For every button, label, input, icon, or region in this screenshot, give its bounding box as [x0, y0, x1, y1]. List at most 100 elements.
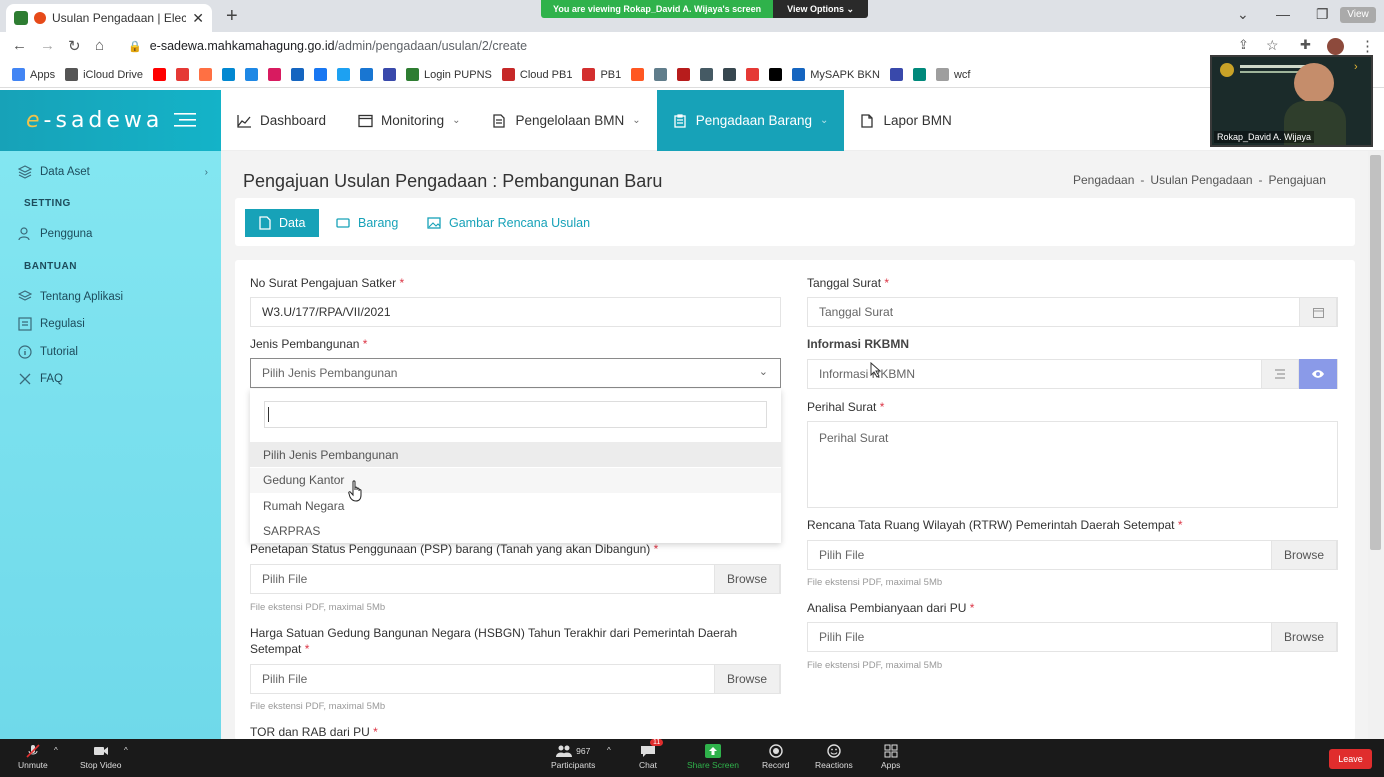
hsbgn-file-input[interactable]: Pilih File Browse — [250, 664, 781, 694]
menu-item-pengelolaan-bmn[interactable]: Pengelolaan BMN ⌄ — [476, 90, 656, 151]
audio-options-chevron-icon[interactable]: ^ — [54, 746, 58, 755]
eye-icon[interactable] — [1299, 359, 1337, 389]
bookmark-item[interactable] — [337, 68, 350, 81]
menu-item-label: Pengadaan Barang — [695, 113, 813, 128]
sidebar-item-faq[interactable]: FAQ — [18, 372, 63, 386]
dropdown-option[interactable]: Rumah Negara — [250, 493, 781, 518]
new-tab-icon[interactable]: + — [226, 5, 238, 28]
menu-item-monitoring[interactable]: Monitoring ⌄ — [342, 90, 476, 151]
no-surat-input[interactable]: W3.U/177/RPA/VII/2021 — [250, 297, 781, 327]
menu-item-pengadaan-barang[interactable]: Pengadaan Barang ⌄ — [656, 90, 845, 151]
reload-icon[interactable]: ↻ — [68, 37, 81, 55]
tanggal-surat-input[interactable]: Tanggal Surat — [807, 297, 1338, 327]
breadcrumb-item-usulan[interactable]: Usulan Pengadaan — [1150, 173, 1252, 187]
page-scrollbar-thumb[interactable] — [1370, 155, 1381, 550]
rtrw-browse-button[interactable]: Browse — [1270, 540, 1337, 570]
bookmark-item[interactable] — [199, 68, 212, 81]
tab-data[interactable]: Data — [245, 209, 320, 237]
list-icon[interactable] — [1261, 359, 1299, 389]
back-icon[interactable]: ← — [12, 37, 27, 54]
forward-icon[interactable]: → — [40, 37, 55, 54]
bookmark-item[interactable]: Apps — [12, 68, 55, 81]
browser-tab[interactable]: Usulan Pengadaan | Electronic St ✕ — [6, 4, 212, 32]
perihal-surat-textarea[interactable]: Perihal Surat — [807, 421, 1338, 508]
bookmark-item[interactable] — [631, 68, 645, 81]
bookmark-item[interactable] — [291, 68, 304, 81]
tab-search-icon[interactable]: ⌄ — [1237, 6, 1249, 23]
bookmark-item[interactable]: MySAPK BKN — [792, 68, 880, 81]
menu-item-dashboard[interactable]: Dashboard — [221, 90, 342, 151]
restore-icon[interactable]: ❐ — [1316, 6, 1329, 23]
dropdown-search-input[interactable] — [264, 401, 767, 428]
sidebar-item-tutorial[interactable]: Tutorial — [18, 345, 78, 359]
bookmark-item[interactable]: Cloud PB1 — [501, 68, 572, 81]
bookmark-item[interactable] — [700, 68, 714, 81]
bookmark-item[interactable] — [912, 68, 926, 81]
view-button[interactable]: View — [1340, 7, 1376, 23]
stop-video-button[interactable]: Stop Video — [80, 744, 121, 770]
record-button[interactable]: Record — [762, 744, 789, 770]
participants-button[interactable]: 967 Participants — [551, 744, 595, 770]
profile-avatar[interactable] — [1327, 38, 1344, 55]
sidebar-item-tentang-aplikasi[interactable]: Tentang Aplikasi — [18, 290, 123, 304]
dropdown-option[interactable]: Pilih Jenis Pembangunan — [250, 442, 781, 467]
bookmark-item[interactable]: wcf — [935, 68, 970, 81]
hsbgn-browse-button[interactable]: Browse — [713, 664, 780, 694]
bookmark-item[interactable] — [245, 68, 258, 81]
chat-button[interactable]: 11 Chat — [639, 739, 664, 770]
minimize-icon[interactable]: — — [1276, 6, 1290, 22]
participants-options-chevron-icon[interactable]: ^ — [607, 746, 611, 755]
bookmark-star-icon[interactable]: ☆ — [1266, 37, 1279, 54]
extensions-icon[interactable]: ✚ — [1300, 37, 1311, 53]
dropdown-option[interactable]: SARPRAS — [250, 519, 781, 544]
leave-meeting-button[interactable]: Leave — [1329, 749, 1372, 769]
hamburger-menu-icon[interactable] — [174, 112, 196, 128]
unmute-button[interactable]: Unmute — [18, 744, 48, 770]
tab-barang[interactable]: Barang — [322, 209, 412, 237]
view-options-button[interactable]: View Options ⌄ — [773, 0, 869, 18]
browser-menu-icon[interactable]: ⋮ — [1360, 37, 1375, 55]
apps-button[interactable]: Apps — [881, 744, 900, 770]
bookmark-item[interactable] — [383, 68, 396, 81]
psp-file-input[interactable]: Pilih File Browse — [250, 564, 781, 594]
bookmark-item[interactable] — [176, 68, 189, 81]
bookmark-item[interactable] — [153, 68, 166, 81]
address-bar[interactable]: 🔒 e-sadewa.mahkamahagung.go.id/admin/pen… — [128, 35, 1218, 57]
tab-gambar-rencana-usulan[interactable]: Gambar Rencana Usulan — [413, 209, 604, 237]
reactions-button[interactable]: Reactions — [815, 744, 853, 770]
speaker-video-thumbnail[interactable]: › Rokap_David A. Wijaya — [1210, 55, 1373, 147]
bookmark-item[interactable] — [314, 68, 327, 81]
sidebar-item-pengguna[interactable]: Pengguna — [18, 227, 92, 241]
breadcrumb-item-pengadaan[interactable]: Pengadaan — [1073, 173, 1134, 187]
bookmark-item[interactable]: iCloud Drive — [65, 68, 143, 81]
analisa-file-input[interactable]: Pilih File Browse — [807, 622, 1338, 652]
analisa-browse-button[interactable]: Browse — [1270, 622, 1337, 652]
bookmark-item[interactable] — [889, 68, 903, 81]
bookmark-item[interactable] — [677, 68, 691, 81]
informasi-rkbmn-input[interactable]: Informasi RKBMN — [807, 359, 1338, 389]
bookmark-item[interactable] — [746, 68, 760, 81]
rtrw-file-input[interactable]: Pilih File Browse — [807, 540, 1338, 570]
bookmark-item[interactable]: Login PUPNS — [406, 68, 492, 81]
share-screen-button[interactable]: Share Screen — [687, 744, 739, 770]
video-options-chevron-icon[interactable]: ^ — [124, 746, 128, 755]
close-tab-icon[interactable]: ✕ — [192, 10, 204, 27]
bookmark-item[interactable]: PB1 — [582, 68, 621, 81]
bookmark-item[interactable] — [360, 68, 373, 81]
input-placeholder: Tanggal Surat — [819, 305, 894, 319]
bookmark-item[interactable] — [268, 68, 281, 81]
psp-browse-button[interactable]: Browse — [713, 564, 780, 594]
home-icon[interactable]: ⌂ — [95, 37, 104, 54]
app-logo[interactable]: e-sadewa — [26, 108, 163, 133]
dropdown-option[interactable]: Gedung Kantor — [250, 467, 781, 493]
bookmark-item[interactable] — [654, 68, 668, 81]
sidebar-item-data-aset[interactable]: Data Aset › — [18, 165, 208, 179]
calendar-icon[interactable] — [1299, 297, 1337, 327]
menu-item-lapor-bmn[interactable]: Lapor BMN — [844, 90, 967, 151]
bookmark-item[interactable] — [723, 68, 737, 81]
sidebar-item-regulasi[interactable]: Regulasi — [18, 317, 85, 331]
bookmark-item[interactable] — [222, 68, 235, 81]
share-page-icon[interactable]: ⇪ — [1238, 37, 1249, 53]
jenis-pembangunan-select[interactable]: Pilih Jenis Pembangunan ⌄ — [250, 358, 781, 388]
bookmark-item[interactable] — [769, 68, 783, 81]
